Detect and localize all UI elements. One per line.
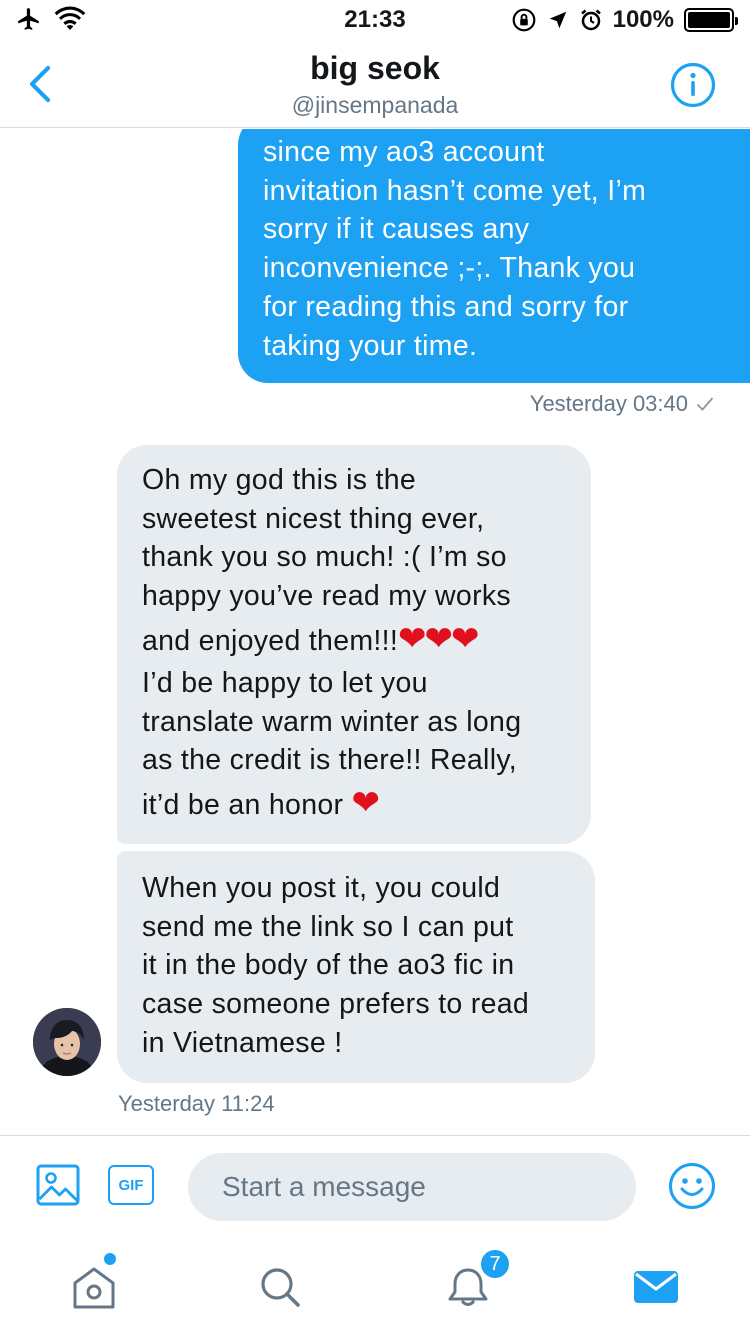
message-composer: GIF (0, 1135, 750, 1239)
envelope-icon[interactable] (630, 1261, 682, 1313)
avatar-image (33, 1008, 101, 1076)
status-right: 100% (511, 6, 738, 34)
gif-button[interactable]: GIF (108, 1165, 154, 1205)
info-button[interactable] (670, 62, 716, 108)
message-text: it’d be an honor (142, 788, 352, 821)
battery-icon (684, 8, 738, 32)
message-text: and enjoyed them!!! (142, 624, 399, 657)
conversation-header: big seok @jinsempanada (0, 40, 750, 128)
home-icon[interactable] (68, 1261, 120, 1313)
outgoing-meta: Yesterday 03:40 (530, 391, 714, 417)
incoming-message[interactable]: When you post it, you could send me the … (117, 851, 595, 1083)
status-bar: 21:33 100% (0, 0, 750, 40)
home-unread-dot (104, 1253, 116, 1265)
outgoing-message[interactable]: since my ao3 account invitation hasn’t c… (238, 129, 750, 384)
check-icon (696, 397, 714, 411)
message-list[interactable]: since my ao3 account invitation hasn’t c… (0, 129, 750, 1135)
heart-emoji: ❤ (351, 783, 380, 822)
battery-level (688, 12, 730, 28)
message-line: sweetest nicest thing ever, (142, 502, 485, 535)
message-line: Oh my god this is the (142, 464, 417, 496)
location-icon (549, 11, 566, 29)
message-line: and enjoyed them!!!❤❤❤ (142, 616, 567, 664)
conversation-handle[interactable]: @jinsempanada (0, 92, 750, 119)
message-line: happy you’ve read my works (142, 580, 511, 613)
notifications-badge: 7 (478, 1247, 512, 1281)
conversation-title[interactable]: big seok (0, 50, 750, 87)
tab-bar: 7 (0, 1239, 750, 1334)
message-line: translate warm winter as long (142, 705, 522, 738)
emoji-icon[interactable] (668, 1162, 716, 1210)
message-line: as the credit is there!! Really, (142, 744, 517, 777)
alarm-icon (580, 9, 601, 31)
incoming-message[interactable]: Oh my god this is the sweetest nicest th… (117, 445, 591, 844)
battery-percentage: 100% (612, 6, 674, 33)
message-line: thank you so much! :( I’m so (142, 541, 507, 574)
search-icon[interactable] (254, 1261, 306, 1313)
incoming-timestamp: Yesterday 11:24 (118, 1091, 275, 1116)
orientation-lock-icon (512, 8, 535, 32)
image-icon[interactable] (36, 1163, 80, 1207)
outgoing-timestamp: Yesterday 03:40 (529, 391, 688, 416)
message-line: it’d be an honor ❤ (142, 780, 567, 828)
heart-emoji: ❤❤❤ (398, 619, 479, 658)
avatar[interactable] (33, 1008, 101, 1076)
message-line: I’d be happy to let you (142, 666, 428, 699)
battery-nub (735, 17, 738, 25)
message-input[interactable] (188, 1153, 636, 1221)
